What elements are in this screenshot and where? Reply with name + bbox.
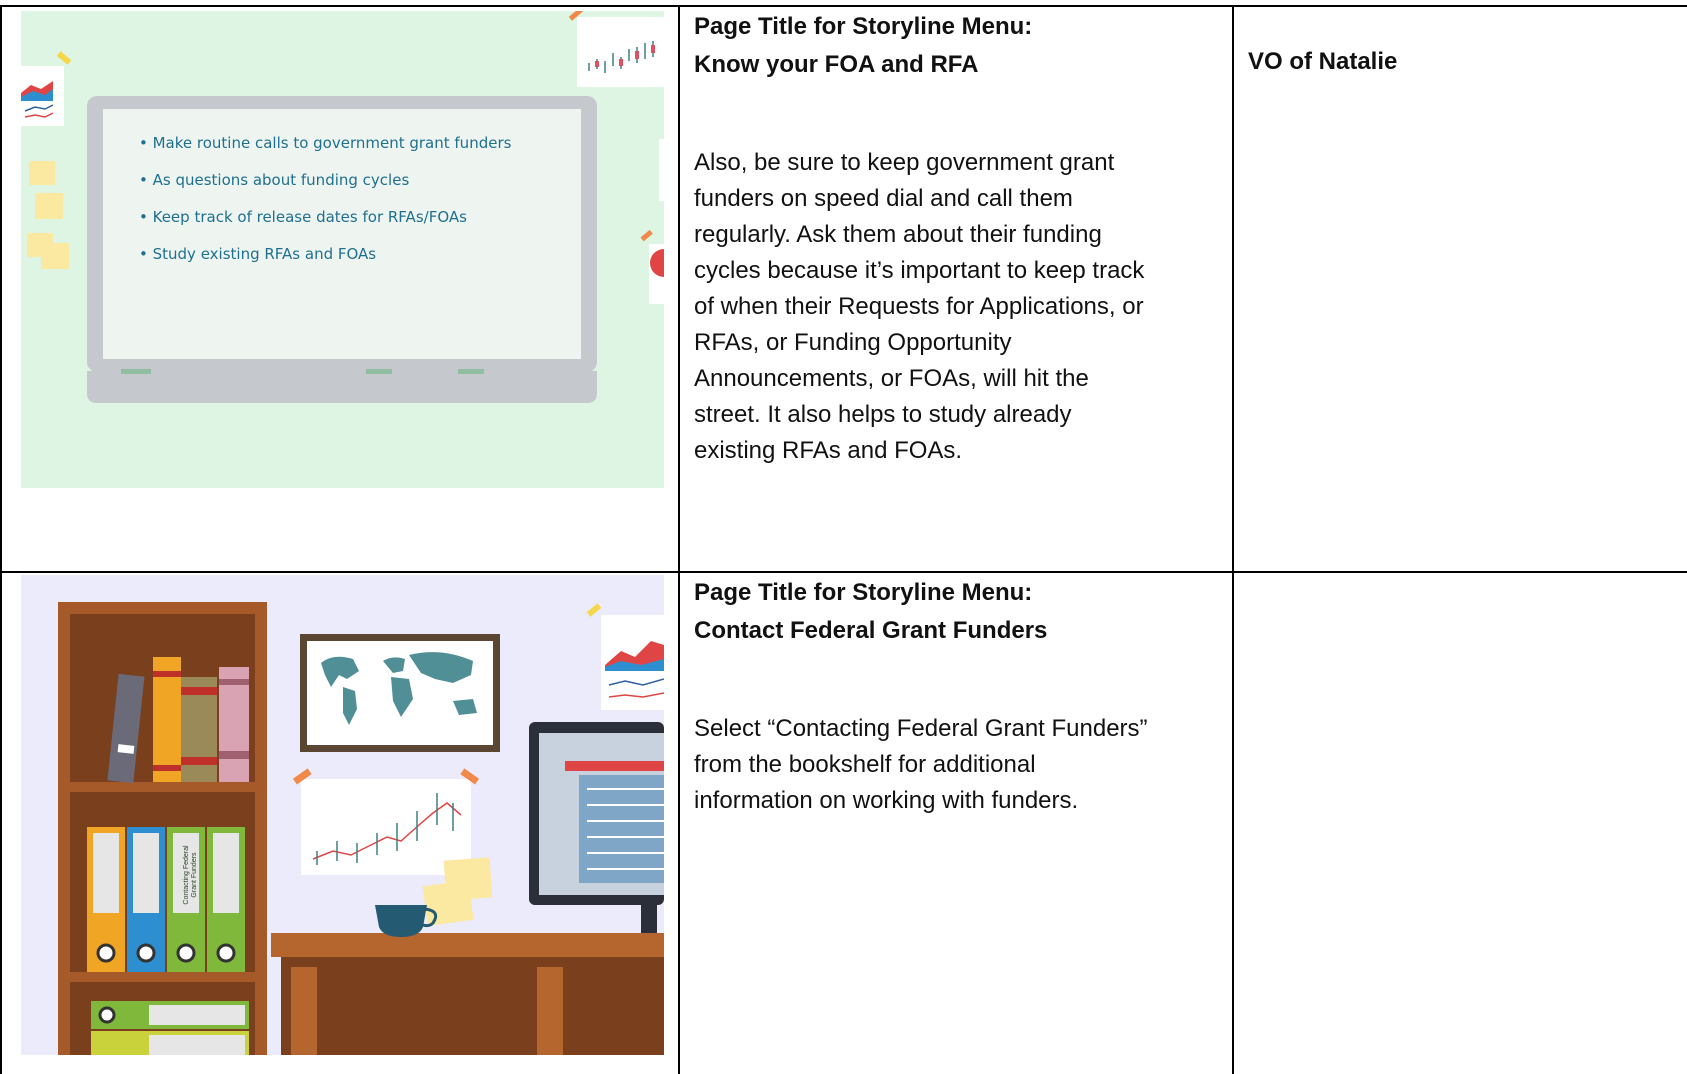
slide-bullet-item: • As questions about funding cycles — [139, 171, 410, 189]
narration-text: Also, be sure to keep government grant f… — [694, 149, 1145, 464]
table-divider-col1 — [678, 5, 680, 1074]
row1-description: Page Title for Storyline Menu: Know your… — [694, 9, 1224, 469]
page-title-label: Page Title for Storyline Menu: — [694, 13, 1033, 40]
slide-bullet-item: • Keep track of release dates for RFAs/F… — [139, 208, 467, 226]
page-title: Know your FOA and RFA — [694, 51, 979, 78]
row1-vo: VO of Natalie — [1248, 44, 1668, 80]
slide-bullet-item: • Study existing RFAs and FOAs — [139, 245, 377, 263]
slide-thumbnail-know-foa-rfa: • Make routine calls to government grant… — [21, 11, 664, 488]
slide-bullet-list: • Make routine calls to government grant… — [139, 134, 579, 282]
narration-text: Select “Contacting Federal Grant Funders… — [694, 715, 1148, 814]
page-title: Contact Federal Grant Funders — [694, 617, 1048, 644]
table-divider-col2 — [1232, 5, 1234, 1074]
binder-label-line1: Contacting Federal — [183, 845, 190, 905]
table-border-left — [0, 5, 2, 1074]
row2-description: Page Title for Storyline Menu: Contact F… — [694, 575, 1224, 819]
slide-bullet-item: • Make routine calls to government grant… — [139, 134, 512, 152]
vo-label: VO of Natalie — [1248, 48, 1398, 75]
binder-label-line2: Grant Funders — [191, 852, 198, 898]
table-border-top — [0, 5, 1687, 7]
table-divider-row — [0, 571, 1687, 573]
binder-label: Contacting Federal Grant Funders — [181, 837, 201, 917]
page-title-label: Page Title for Storyline Menu: — [694, 579, 1033, 606]
slide-thumbnail-contact-federal-funders: Contacting Federal Grant Funders — [21, 575, 664, 1055]
